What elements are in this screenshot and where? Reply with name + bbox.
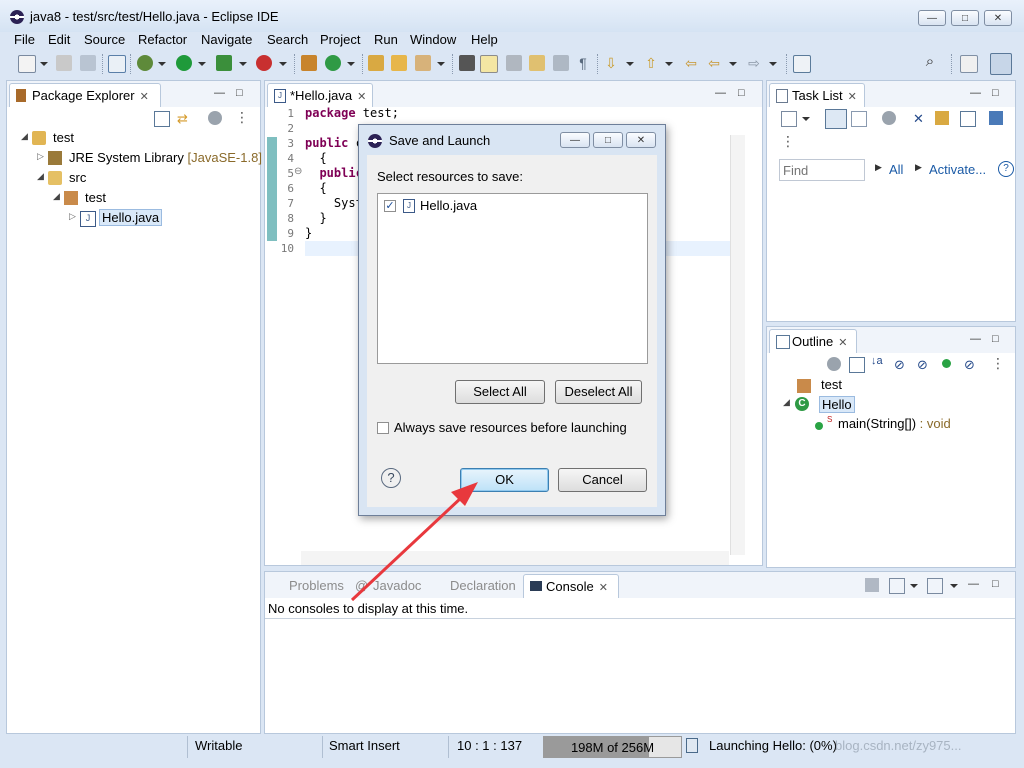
arrow-shaft <box>350 495 464 602</box>
annotation-arrow <box>350 482 478 602</box>
